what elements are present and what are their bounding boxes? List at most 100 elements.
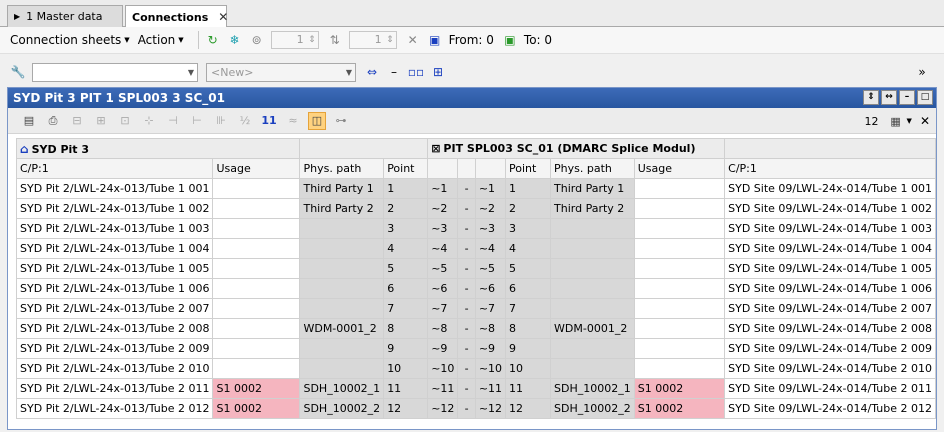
cell-pt-r[interactable]: 12	[505, 398, 552, 419]
cell-path-l[interactable]	[299, 278, 385, 299]
grid-view-icon[interactable]: ▤	[20, 112, 38, 130]
cell-pt-r[interactable]: 11	[505, 378, 552, 399]
cell-d[interactable]: -	[457, 278, 476, 299]
cell-f-r[interactable]: ~6	[474, 278, 507, 299]
column-header[interactable]: Point	[383, 158, 429, 179]
cell-pt-l[interactable]: 1	[383, 178, 429, 199]
cell-cp-l[interactable]: SYD Pit 2/LWL-24x-013/Tube 1 002	[15, 198, 214, 219]
cell-f-r[interactable]: ~12	[474, 398, 507, 419]
action-menu[interactable]: Action ▼	[138, 33, 184, 47]
cell-pt-l[interactable]: 3	[383, 218, 429, 239]
cell-path-r[interactable]: SDH_10002_2	[550, 398, 635, 419]
table-row[interactable]: SYD Pit 2/LWL-24x-013/Tube 2 010 10 ~10- ~1…	[15, 358, 936, 379]
cell-path-l[interactable]: SDH_10002_2	[299, 398, 385, 419]
spin-input-2[interactable]: 1	[348, 31, 397, 49]
cell-usage-l[interactable]: S1 0002	[212, 398, 301, 419]
column-header[interactable]: Phys. path	[550, 158, 635, 179]
cell-d[interactable]: -	[457, 178, 476, 199]
cell-cp-l[interactable]: SYD Pit 2/LWL-24x-013/Tube 1 005	[15, 258, 214, 279]
cell-usage-r[interactable]	[633, 258, 726, 279]
cell-cp-r[interactable]: SYD Site 09/LWL-24x-014/Tube 2 012	[724, 398, 936, 419]
cell-pt-l[interactable]: 9	[383, 338, 429, 359]
cell-path-r[interactable]	[550, 338, 635, 359]
cell-f-l[interactable]: ~11	[427, 378, 459, 399]
cell-cp-l[interactable]: SYD Pit 2/LWL-24x-013/Tube 2 008	[15, 318, 214, 339]
cell-cp-l[interactable]: SYD Pit 2/LWL-24x-013/Tube 2 009	[15, 338, 214, 359]
cell-cp-r[interactable]: SYD Site 09/LWL-24x-014/Tube 1 005	[724, 258, 936, 279]
cell-f-l[interactable]: ~1	[427, 178, 459, 199]
cell-f-r[interactable]: ~1	[474, 178, 507, 199]
cell-f-r[interactable]: ~10	[474, 358, 507, 379]
cell-f-l[interactable]: ~2	[427, 198, 459, 219]
cell-cp-r[interactable]: SYD Site 09/LWL-24x-014/Tube 2 008	[724, 318, 936, 339]
cell-cp-l[interactable]: SYD Pit 2/LWL-24x-013/Tube 2 012	[15, 398, 214, 419]
cell-pt-l[interactable]: 10	[383, 358, 429, 379]
cell-f-r[interactable]: ~7	[474, 298, 507, 319]
cell-usage-l[interactable]	[212, 258, 301, 279]
cell-pt-r[interactable]: 2	[505, 198, 552, 219]
column-header[interactable]: C/P:1	[15, 158, 214, 179]
minus-icon[interactable]: –	[386, 64, 402, 80]
new-combo[interactable]: <New> ▼	[206, 62, 356, 82]
cell-f-r[interactable]: ~5	[474, 258, 507, 279]
cell-usage-r[interactable]	[633, 278, 726, 299]
cell-path-r[interactable]	[550, 298, 635, 319]
cell-path-r[interactable]: WDM-0001_2	[550, 318, 635, 339]
column-header[interactable]: Usage	[633, 158, 726, 179]
table-row[interactable]: SYD Pit 2/LWL-24x-013/Tube 2 011 S1 0002 S…	[15, 378, 936, 399]
cell-pt-r[interactable]: 5	[505, 258, 552, 279]
cell-f-l[interactable]: ~9	[427, 338, 459, 359]
cell-f-l[interactable]: ~6	[427, 278, 459, 299]
cell-usage-l[interactable]	[212, 278, 301, 299]
counter-icon[interactable]: ⊚	[249, 32, 265, 48]
cell-usage-l[interactable]	[212, 238, 301, 259]
cell-f-r[interactable]: ~4	[474, 238, 507, 259]
range-icon[interactable]: ⊢	[188, 112, 206, 130]
connect-icon[interactable]: ⊡	[116, 112, 134, 130]
sort-icon[interactable]: ⇅	[327, 32, 343, 48]
split-icon[interactable]: ⊟	[68, 112, 86, 130]
cell-f-l[interactable]: ~8	[427, 318, 459, 339]
disconnect-icon[interactable]: ⊹	[140, 112, 158, 130]
column-header[interactable]: C/P:1	[724, 158, 936, 179]
cell-usage-l[interactable]	[212, 298, 301, 319]
cell-path-l[interactable]	[299, 258, 385, 279]
cell-path-r[interactable]	[550, 258, 635, 279]
hierarchy-icon[interactable]: ⊞	[430, 64, 446, 80]
cell-usage-r[interactable]	[633, 178, 726, 199]
cell-d[interactable]: -	[457, 398, 476, 419]
cell-path-l[interactable]: Third Party 1	[299, 178, 385, 199]
maximize-icon[interactable]: □	[917, 90, 933, 105]
cell-pt-r[interactable]: 6	[505, 278, 552, 299]
cell-usage-r[interactable]	[633, 358, 726, 379]
table-row[interactable]: SYD Pit 2/LWL-24x-013/Tube 1 004 4 ~4- ~4 4 S…	[15, 238, 936, 259]
table-row[interactable]: SYD Pit 2/LWL-24x-013/Tube 1 005 5 ~5- ~5 5 S…	[15, 258, 936, 279]
cell-path-r[interactable]: Third Party 2	[550, 198, 635, 219]
cell-usage-r[interactable]	[633, 298, 726, 319]
table-row[interactable]: SYD Pit 2/LWL-24x-013/Tube 2 012 S1 0002 S…	[15, 398, 936, 419]
cell-cp-l[interactable]: SYD Pit 2/LWL-24x-013/Tube 1 006	[15, 278, 214, 299]
cell-usage-l[interactable]	[212, 178, 301, 199]
cell-usage-r[interactable]	[633, 198, 726, 219]
cell-pt-l[interactable]: 4	[383, 238, 429, 259]
cell-path-l[interactable]	[299, 238, 385, 259]
cell-d[interactable]: -	[457, 238, 476, 259]
cell-cp-l[interactable]: SYD Pit 2/LWL-24x-013/Tube 1 004	[15, 238, 214, 259]
cell-pt-r[interactable]: 3	[505, 218, 552, 239]
link-icon[interactable]: ▫▫	[408, 64, 424, 80]
cell-cp-l[interactable]: SYD Pit 2/LWL-24x-013/Tube 2 007	[15, 298, 214, 319]
cell-path-r[interactable]	[550, 218, 635, 239]
delete-icon[interactable]: ✕	[405, 32, 421, 48]
column-header[interactable]	[457, 158, 476, 179]
cell-path-l[interactable]: WDM-0001_2	[299, 318, 385, 339]
cell-usage-r[interactable]: S1 0002	[633, 398, 726, 419]
cell-f-l[interactable]: ~5	[427, 258, 459, 279]
cell-pt-l[interactable]: 7	[383, 298, 429, 319]
cell-usage-l[interactable]	[212, 338, 301, 359]
tab-master-data[interactable]: ▶ 1 Master data	[7, 5, 123, 27]
left-group-header[interactable]: ⌂ SYD Pit 3	[15, 138, 301, 159]
cell-pt-r[interactable]: 7	[505, 298, 552, 319]
dropdown-caret-icon[interactable]: ▼	[907, 117, 912, 125]
column-header[interactable]	[474, 158, 507, 179]
cell-pt-l[interactable]: 11	[383, 378, 429, 399]
